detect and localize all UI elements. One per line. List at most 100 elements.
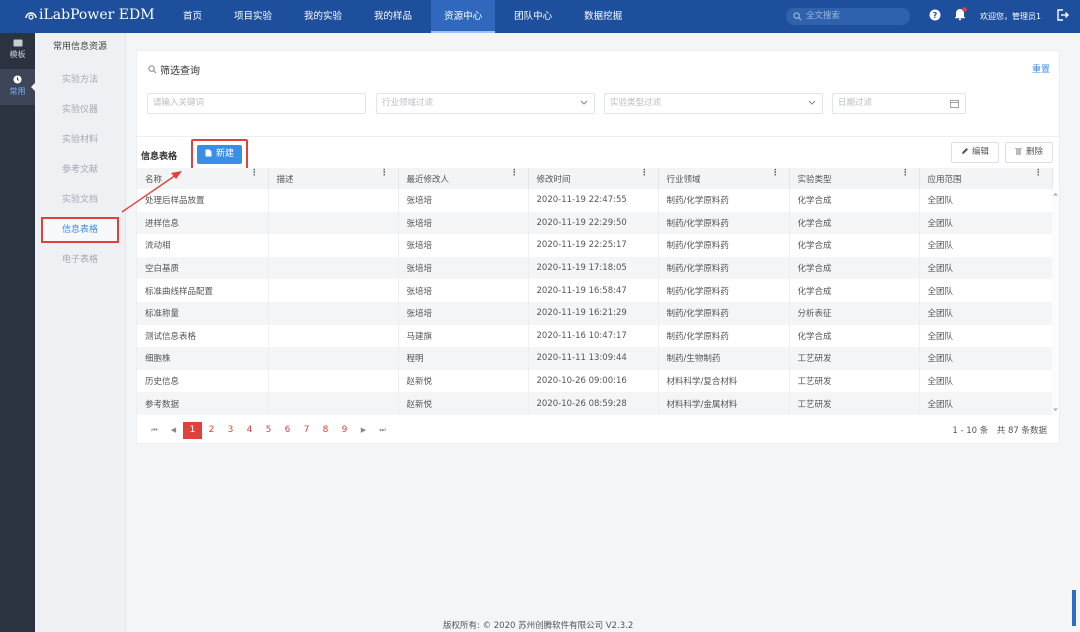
submenu-item-info-tables[interactable]: 信息表格 <box>41 217 119 243</box>
cell-scope: 全团队 <box>919 234 1053 257</box>
page-button[interactable]: 9 <box>335 422 354 439</box>
search-placeholder: 全文搜索 <box>806 11 841 21</box>
last-page-button[interactable]: ⏭ <box>373 422 392 439</box>
industry-filter-select[interactable]: 行业领域过滤 <box>376 93 595 114</box>
calendar-icon <box>950 100 959 108</box>
page-button[interactable]: 4 <box>240 422 259 439</box>
column-menu-icon[interactable]: ⋮ <box>771 168 780 178</box>
nav-item-home[interactable]: 首页 <box>170 0 215 33</box>
cell-scope: 全团队 <box>919 211 1053 235</box>
column-menu-icon[interactable]: ⋮ <box>901 168 910 178</box>
page-button[interactable]: 2 <box>202 422 221 439</box>
submenu-item-references[interactable]: 参考文献 <box>35 155 125 185</box>
scroll-up-icon[interactable] <box>1052 191 1059 197</box>
cell-description <box>268 234 399 257</box>
table-row[interactable]: 测试信息表格 马建旗 2020-11-16 10:47:17 制药/化学原料药 化学合成… <box>137 324 1053 348</box>
cell-industry: 制药/化学原料药 <box>658 279 790 302</box>
svg-text:?: ? <box>933 11 938 20</box>
column-menu-icon[interactable]: ⋮ <box>380 168 389 178</box>
cell-scope: 全团队 <box>919 369 1053 393</box>
experiment-type-filter-select[interactable]: 实验类型过滤 <box>604 93 823 114</box>
new-button[interactable]: 新建 <box>197 145 242 164</box>
column-header-modified-time[interactable]: 修改时间 ⋮ <box>528 168 659 189</box>
pagination-summary: 1 - 10 条 共 87 条数据 <box>952 426 1047 436</box>
logout-icon[interactable] <box>1057 9 1069 21</box>
page-button[interactable]: 1 <box>183 422 202 439</box>
column-header-industry[interactable]: 行业领域 ⋮ <box>658 168 790 189</box>
cell-description <box>268 256 399 280</box>
submenu-item-spreadsheets[interactable]: 电子表格 <box>35 245 125 275</box>
page-button[interactable]: 8 <box>316 422 335 439</box>
icon-rail: 模板 常用 <box>0 33 36 632</box>
nav-item-my-samples[interactable]: 我的样品 <box>361 0 425 33</box>
column-menu-icon[interactable]: ⋮ <box>640 168 649 178</box>
delete-button-label: 删除 <box>1026 147 1044 157</box>
date-filter-picker[interactable]: 日期过滤 <box>832 93 966 114</box>
table-row[interactable]: 参考数据 赵新悦 2020-10-26 08:59:28 材料科学/金属材料 工艺研发全… <box>137 392 1053 415</box>
cell-description <box>268 279 399 302</box>
page-button[interactable]: 7 <box>297 422 316 439</box>
submenu-item-methods[interactable]: 实验方法 <box>35 65 125 95</box>
trash-icon <box>1015 148 1022 155</box>
cell-industry: 制药/化学原料药 <box>658 189 790 212</box>
rail-item-templates[interactable]: 模板 <box>0 33 35 69</box>
column-header-modifier[interactable]: 最近修改人 ⋮ <box>398 168 529 189</box>
cell-modifier: 张培培 <box>398 301 529 325</box>
rail-item-label: 常用 <box>9 87 26 96</box>
help-icon[interactable]: ? <box>929 9 941 21</box>
cell-modified-time: 2020-11-19 17:18:05 <box>528 256 659 280</box>
column-menu-icon[interactable]: ⋮ <box>250 168 259 178</box>
page-button[interactable]: 3 <box>221 422 240 439</box>
submenu-item-instruments[interactable]: 实验仪器 <box>35 95 125 125</box>
column-header-scope[interactable]: 应用范围 ⋮ <box>919 168 1053 189</box>
cell-scope: 全团队 <box>919 279 1053 302</box>
rail-item-common[interactable]: 常用 <box>0 69 36 105</box>
page-button[interactable]: 5 <box>259 422 278 439</box>
cell-description <box>268 392 399 415</box>
table-row[interactable]: 细胞株 程明 2020-11-11 13:09:44 制药/生物制药 工艺研发 全团队 <box>137 347 1053 370</box>
column-menu-icon[interactable]: ⋮ <box>510 168 519 178</box>
table-scrollbar[interactable] <box>1052 189 1059 415</box>
app-logo[interactable]: iLabPower EDM <box>24 7 155 23</box>
page-scrollbar[interactable] <box>1072 590 1076 626</box>
submenu-item-materials[interactable]: 实验材料 <box>35 125 125 155</box>
table-row[interactable]: 标准曲线样品配置 张培培 2020-11-19 16:58:47 制药/化学原料药 化学… <box>137 279 1053 302</box>
keyword-input[interactable]: 请输入关键词 <box>147 93 366 114</box>
table-row[interactable]: 标准称量 张培培 2020-11-19 16:21:29 制药/化学原料药 分析表征 全团… <box>137 301 1053 325</box>
info-table-panel: 信息表格 新建 编辑 删除 名称 ⋮ 描述 ⋮ 最近修改人 ⋮ 修改时间 ⋮ 行业领域 ⋮ <box>136 136 1060 444</box>
nav-item-team-center[interactable]: 团队中心 <box>501 0 565 33</box>
next-page-button[interactable]: ▶ <box>354 422 373 439</box>
file-icon <box>205 149 212 157</box>
first-page-button[interactable]: ⏮ <box>145 422 164 439</box>
page-button[interactable]: 6 <box>278 422 297 439</box>
column-menu-icon[interactable]: ⋮ <box>1034 168 1043 178</box>
edit-button[interactable]: 编辑 <box>951 142 1000 163</box>
reset-button[interactable]: 重置 <box>1032 62 1050 75</box>
column-header-name[interactable]: 名称 ⋮ <box>137 168 269 189</box>
top-bar: iLabPower EDM 首页 项目实验 我的实验 我的样品 资源中心 团队中… <box>0 0 1080 33</box>
nav-item-data-mining[interactable]: 数据挖掘 <box>571 0 635 33</box>
submenu-title: 常用信息资源 <box>52 42 107 52</box>
cell-industry: 制药/化学原料药 <box>658 211 790 235</box>
column-header-experiment-type[interactable]: 实验类型 ⋮ <box>789 168 920 189</box>
table-row[interactable]: 空白基质 张培培 2020-11-19 17:18:05 制药/化学原料药 化学合成 全团… <box>137 256 1053 280</box>
scroll-down-icon[interactable] <box>1052 407 1059 413</box>
delete-button[interactable]: 删除 <box>1005 142 1054 163</box>
table-row[interactable]: 进样信息 张培培 2020-11-19 22:29:50 制药/化学原料药 化学合成 全团… <box>137 211 1053 235</box>
column-header-description[interactable]: 描述 ⋮ <box>268 168 399 189</box>
notification-bell-icon[interactable] <box>953 7 967 21</box>
prev-page-button[interactable]: ◀ <box>164 422 183 439</box>
cell-modifier: 张培培 <box>398 189 529 212</box>
column-header-label: 最近修改人 <box>406 174 450 185</box>
nav-item-my-experiments[interactable]: 我的实验 <box>291 0 355 33</box>
global-search-input[interactable]: 全文搜索 <box>786 8 910 25</box>
nav-item-resource-center[interactable]: 资源中心 <box>431 0 496 33</box>
table-row[interactable]: 历史信息 赵新悦 2020-10-26 09:00:16 材料科学/复合材料 工艺研发全… <box>137 369 1053 393</box>
table-row[interactable]: 处理后样品放置 张培培 2020-11-19 22:47:55 制药/化学原料药 化学合… <box>137 189 1053 212</box>
cell-industry: 制药/化学原料药 <box>658 234 790 257</box>
nav-item-projects[interactable]: 项目实验 <box>221 0 285 33</box>
table-row[interactable]: 流动相 张培培 2020-11-19 22:25:17 制药/化学原料药 化学合成 全团队 <box>137 234 1053 257</box>
welcome-user[interactable]: 欢迎您，管理员1 <box>980 0 1041 33</box>
submenu-item-documents[interactable]: 实验文档 <box>35 185 125 215</box>
cell-modified-time: 2020-11-11 13:09:44 <box>528 347 659 370</box>
